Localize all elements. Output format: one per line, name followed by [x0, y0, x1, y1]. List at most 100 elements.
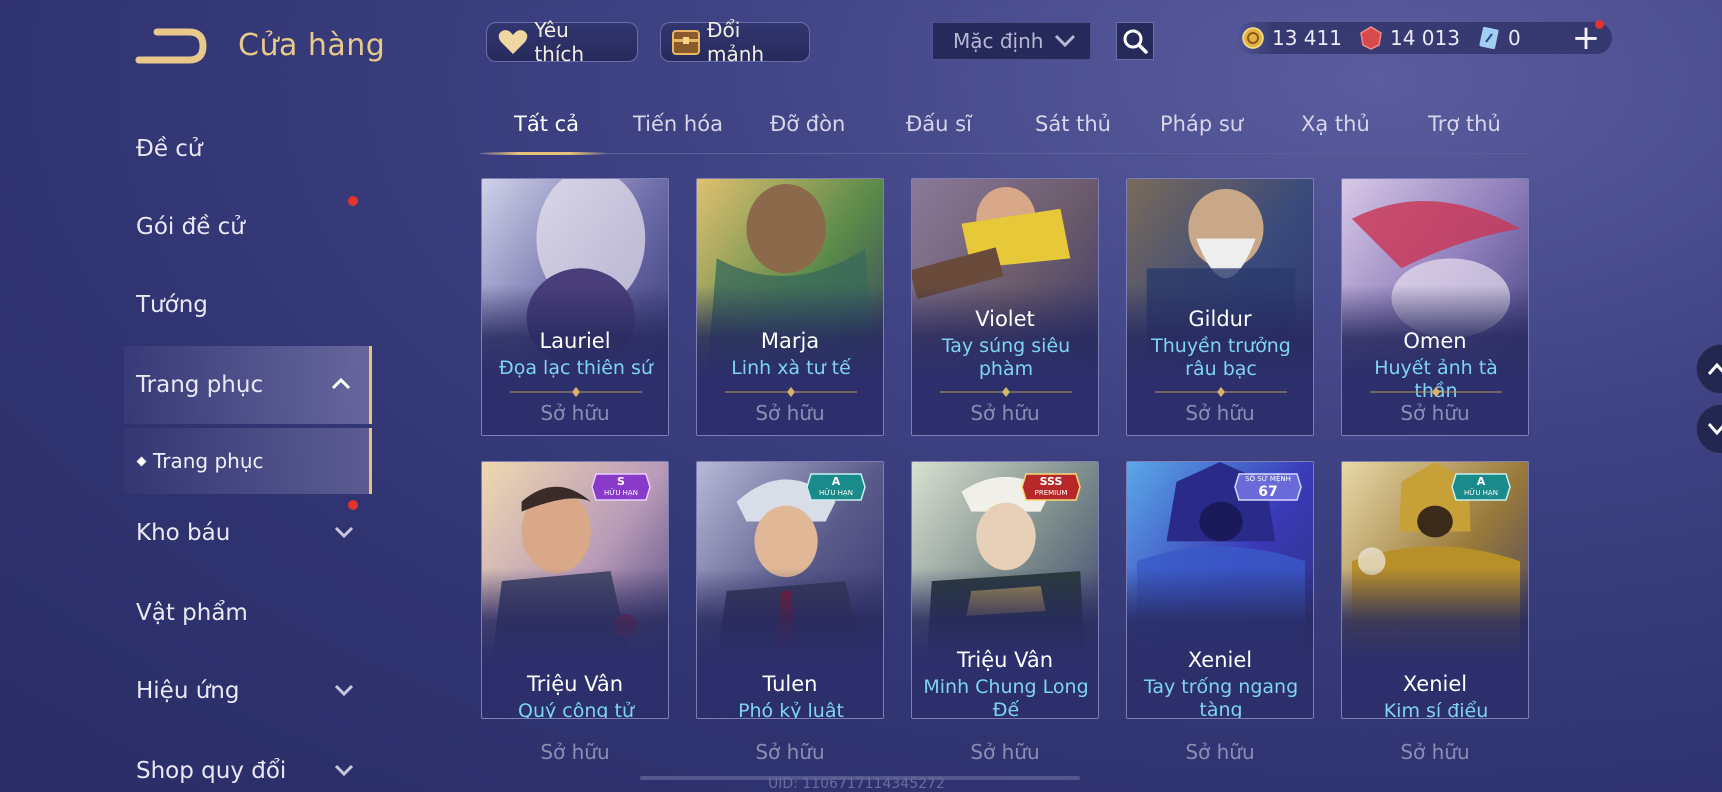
badge-rank: S [617, 475, 625, 488]
skin-card[interactable]: SSS PREMIUM Triệu Vân Minh Chung Long Đế [911, 461, 1099, 719]
ruby-amount: 14 013 [1389, 26, 1460, 50]
skin-card[interactable]: A HỮU HẠN Tulen Phó kỷ luật [696, 461, 884, 719]
skin-name: Minh Chung Long Đế [923, 676, 1089, 719]
badge-label: HỮU HẠN [604, 489, 638, 497]
voucher-icon [1479, 26, 1499, 50]
sidebar-item-effects[interactable]: Hiệu ứng [124, 652, 372, 730]
gold-divider-icon [510, 387, 642, 397]
owned-status: Sở hữu [1400, 740, 1470, 764]
page-title: Cửa hàng [238, 28, 386, 63]
sidebar-item-treasure[interactable]: Kho báu [124, 494, 372, 572]
owned-status-row: Sở hữu [1126, 740, 1314, 770]
bullet-icon [136, 456, 147, 466]
tab-fighter[interactable]: Đấu sĩ [906, 112, 972, 136]
sidebar-item-label: Vật phẩm [136, 600, 248, 626]
badge-label: PREMIUM [1034, 489, 1068, 497]
skin-card[interactable]: Lauriel Đọa lạc thiên sứ Sở hữu [481, 178, 669, 436]
sidebar-item-recommended[interactable]: Đề cử [124, 110, 372, 188]
owned-status-row: Sở hữu [1341, 740, 1529, 770]
role-tabs: Tất cả Tiến hóa Đỡ đòn Đấu sĩ Sát thủ Ph… [480, 100, 1530, 155]
sidebar-item-exchange-shop[interactable]: Shop quy đổi [124, 732, 372, 792]
skin-card[interactable]: Omen Huyết ảnh tà thần Sở hữu [1341, 178, 1529, 436]
badge-label: HỮU HẠN [819, 489, 853, 497]
sidebar-item-skins[interactable]: Trang phục [124, 346, 372, 424]
currency-bar: 13 411 14 013 0 [1236, 22, 1612, 54]
chevron-down-icon [1707, 423, 1722, 436]
scroll-down-button[interactable] [1696, 404, 1722, 454]
tab-support[interactable]: Trợ thủ [1428, 112, 1501, 136]
search-button[interactable] [1116, 22, 1154, 60]
tab-tank[interactable]: Đỡ đòn [770, 112, 845, 136]
tab-marksman[interactable]: Xạ thủ [1301, 112, 1370, 136]
skin-card[interactable]: S HỮU HẠN Triệu Vân Quý công tử [481, 461, 669, 719]
back-button[interactable] [135, 26, 209, 66]
exchange-label: Đổi mảnh [707, 18, 765, 66]
active-tab-indicator [480, 152, 608, 155]
search-icon [1123, 29, 1148, 54]
gold-balance: 13 411 [1242, 26, 1342, 50]
owned-status: Sở hữu [970, 401, 1040, 425]
tier-badge: SSS PREMIUM [1020, 472, 1082, 502]
sidebar-item-label: Gói đề cử [136, 214, 245, 240]
exchange-shards-button[interactable]: Đổi mảnh [660, 18, 810, 66]
sidebar-subitem-skins[interactable]: Trang phục [124, 428, 372, 494]
sort-dropdown[interactable]: Mặc định [932, 22, 1091, 60]
skin-name: Quý công tử [518, 700, 634, 719]
gold-divider-icon [940, 387, 1072, 397]
hero-name: Marja [760, 329, 820, 353]
chevron-up-icon [331, 377, 351, 390]
hero-name: Gildur [1188, 307, 1252, 331]
owned-status: Sở hữu [755, 401, 825, 425]
skin-name: Phó kỷ luật [738, 700, 844, 719]
gold-divider-icon [725, 387, 857, 397]
hero-name: Xeniel [1187, 648, 1253, 672]
hero-name: Triệu Vân [526, 672, 624, 696]
badge-label: SỐ SỨ MỆNH [1245, 475, 1291, 483]
owned-status: Sở hữu [540, 740, 610, 764]
tab-all[interactable]: Tất cả [514, 112, 579, 136]
chevron-down-icon [334, 764, 354, 777]
notification-dot [348, 196, 358, 206]
owned-status: Sở hữu [1185, 401, 1255, 425]
tab-evolution[interactable]: Tiến hóa [633, 112, 723, 136]
owned-status: Sở hữu [540, 401, 610, 425]
chevron-down-icon [334, 526, 354, 539]
voucher-amount: 0 [1507, 26, 1521, 50]
sidebar-item-label: Hiệu ứng [136, 678, 240, 704]
skin-name: Linh xà tư tế [731, 357, 851, 379]
skin-card[interactable]: A HỮU HẠN Xeniel Kim sí điểu [1341, 461, 1529, 719]
skin-card[interactable]: Violet Tay súng siêu phàm Sở hữu [911, 178, 1099, 436]
skin-card[interactable]: Marja Linh xà tư tế Sở hữu [696, 178, 884, 436]
hero-name: Violet [975, 307, 1035, 331]
skin-name: Đọa lạc thiên sứ [499, 357, 653, 379]
badge-rank: A [1476, 475, 1486, 488]
skin-card[interactable]: Gildur Thuyền trưởng râu bạc Sở hữu [1126, 178, 1314, 436]
owned-status-row: Sở hữu [481, 740, 669, 770]
mission-badge: SỐ SỨ MỆNH 67 [1233, 472, 1303, 502]
sidebar-item-heroes[interactable]: Tướng [124, 266, 372, 344]
gold-amount: 13 411 [1272, 26, 1342, 50]
hero-name: Omen [1403, 329, 1467, 353]
chevron-down-icon [1054, 34, 1076, 48]
chevron-down-icon [334, 684, 354, 697]
skin-card[interactable]: SỐ SỨ MỆNH 67 Xeniel Tay trống ngang tàn… [1126, 461, 1314, 719]
ruby-balance: 14 013 [1360, 26, 1460, 50]
favorite-label: Yêu thích [534, 18, 585, 66]
tab-mage[interactable]: Pháp sư [1160, 112, 1243, 136]
scroll-up-button[interactable] [1696, 344, 1722, 394]
badge-label: HỮU HẠN [1464, 489, 1498, 497]
tab-assassin[interactable]: Sát thủ [1035, 112, 1111, 136]
skin-name: Kim sí điểu [1383, 700, 1489, 719]
favorite-button[interactable]: Yêu thích [486, 18, 638, 66]
sidebar-item-label: Trang phục [136, 372, 264, 398]
notification-dot [1595, 20, 1604, 29]
sidebar-item-bundles[interactable]: Gói đề cử [124, 188, 372, 266]
badge-rank: A [831, 475, 841, 488]
sidebar-item-label: Shop quy đổi [136, 758, 287, 784]
user-id: UID: 1106717114345272 [768, 776, 945, 792]
sidebar-item-items[interactable]: Vật phẩm [124, 574, 372, 652]
skin-name: Tay trống ngang tàng [1143, 676, 1299, 719]
hero-name: Lauriel [539, 329, 611, 353]
back-arrow-icon [135, 28, 207, 64]
tier-badge: A HỮU HẠN [805, 472, 867, 502]
